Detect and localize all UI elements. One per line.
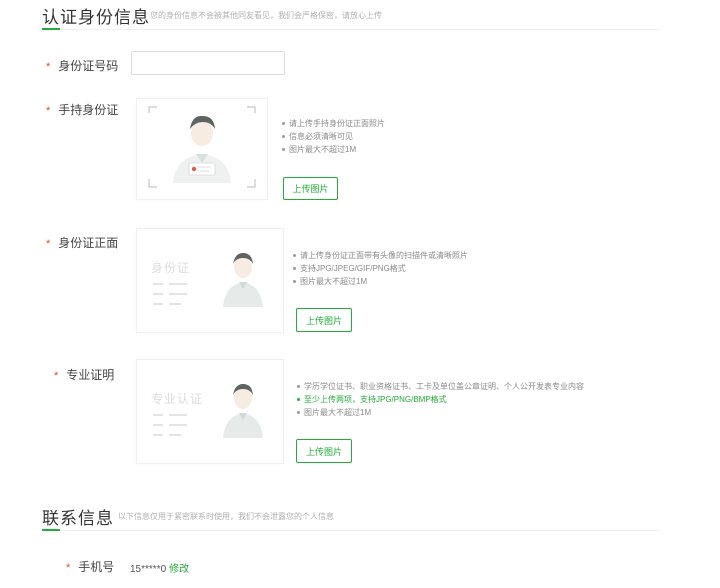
tip-item: 请上传身份证正面带有头像的扫描件或清晰照片 <box>293 249 468 262</box>
contact-section-subtitle: 以下信息仅用于紧密联系时使用，我们不会泄露您的个人信息 <box>118 512 334 521</box>
phone-number: 15*****0 修改 <box>130 564 190 575</box>
phone-edit-link[interactable]: 修改 <box>169 564 189 575</box>
card-lines-icon <box>153 283 187 305</box>
required-marker: * <box>46 61 51 73</box>
tip-item: 图片最大不超过1M <box>297 406 584 419</box>
contact-section-divider <box>60 530 660 531</box>
tip-item-highlight: 至少上传两项，支持JPG/PNG/BMP格式 <box>297 393 584 406</box>
professional-proof-upload-button[interactable]: 上传图片 <box>296 439 352 463</box>
tip-item: 图片最大不超过1M <box>282 143 385 156</box>
required-marker: * <box>66 562 71 574</box>
id-front-sample-card: 身份证 <box>136 228 284 333</box>
handheld-id-label: * 手持身份证 <box>46 103 119 117</box>
professional-proof-tips: 学历学位证书、职业资格证书、工卡及单位盖公章证明、个人公开发表专业内容 至少上传… <box>297 380 584 419</box>
auth-section-divider <box>60 29 660 30</box>
id-front-label: * 身份证正面 <box>46 236 119 250</box>
required-marker: * <box>46 105 51 117</box>
phone-label: * 手机号 <box>66 560 115 574</box>
required-marker: * <box>46 238 51 250</box>
contact-section-title: 联系信息 <box>42 509 114 528</box>
tip-item: 请上传手持身份证正面照片 <box>282 117 385 130</box>
id-number-label: * 身份证号码 <box>46 59 119 73</box>
professional-card-watermark-text: 专业认证 <box>151 392 204 406</box>
id-front-upload-button[interactable]: 上传图片 <box>296 308 352 332</box>
auth-section-subtitle: 您的身份信息不会被其他同友看见，我们会严格保密，请放心上传 <box>150 11 382 20</box>
person-silhouette-icon <box>223 384 263 438</box>
contact-section-underline <box>42 529 60 531</box>
handheld-id-tips: 请上传手持身份证正面照片 信息必须清晰可见 图片最大不超过1M <box>282 117 385 156</box>
person-holding-card-icon <box>148 106 256 188</box>
id-front-tips: 请上传身份证正面带有头像的扫描件或清晰照片 支持JPG/JPEG/GIF/PNG… <box>293 249 468 288</box>
id-number-input[interactable] <box>131 51 285 75</box>
card-lines-icon <box>153 414 187 436</box>
auth-section-title: 认证身份信息 <box>42 8 150 27</box>
person-silhouette-icon <box>223 253 263 307</box>
professional-proof-label: * 专业证明 <box>54 368 115 382</box>
auth-section-underline <box>42 28 60 30</box>
professional-sample-card: 专业认证 <box>136 359 284 464</box>
handheld-id-upload-button[interactable]: 上传图片 <box>283 177 338 200</box>
tip-item: 信息必须清晰可见 <box>282 130 385 143</box>
id-card-watermark-text: 身份证 <box>151 261 191 275</box>
handheld-id-sample-card <box>136 98 268 200</box>
tip-item: 学历学位证书、职业资格证书、工卡及单位盖公章证明、个人公开发表专业内容 <box>297 380 584 393</box>
tip-item: 支持JPG/JPEG/GIF/PNG格式 <box>293 262 468 275</box>
required-marker: * <box>54 370 59 382</box>
tip-item: 图片最大不超过1M <box>293 275 468 288</box>
